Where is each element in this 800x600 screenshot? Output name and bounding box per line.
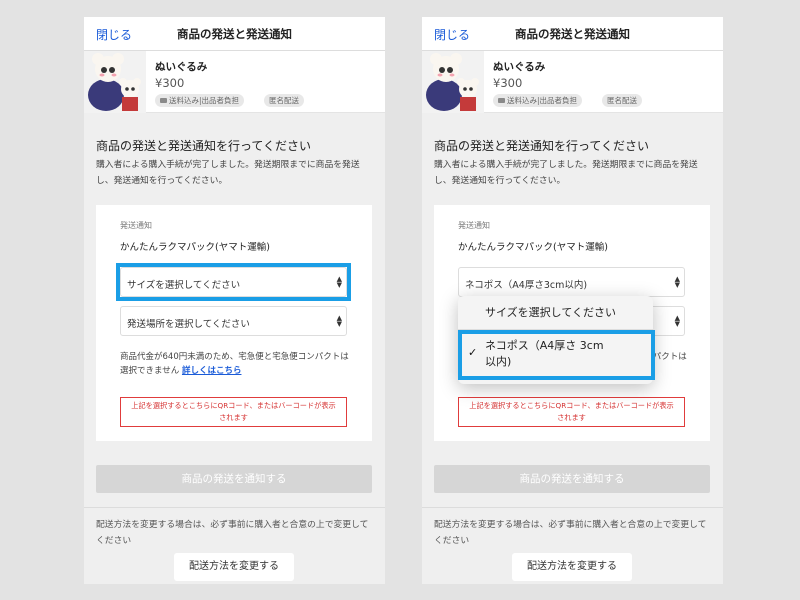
left-screen: 閉じる 商品の発送と発送通知 ぬいぐるみ ¥300 送料込み|出品者負担 匿名配… <box>84 17 385 584</box>
card-label: 発送通知 <box>120 221 152 230</box>
top-bar: 閉じる 商品の発送と発送通知 <box>84 17 385 51</box>
item-name: ぬいぐるみ <box>493 61 546 73</box>
section-heading: 商品の発送と発送通知を行ってください <box>434 139 650 153</box>
size-restriction-note: 商品代金が640円未満のため、宅急便と宅急便コンパクトは選択できません 詳しくは… <box>120 352 349 376</box>
shipping-notice-card: 発送通知 かんたんラクマパック(ヤマト運輸) サイズを選択してください ▲ ▼ 発… <box>96 205 372 441</box>
highlight-frame <box>116 263 351 301</box>
item-summary: ぬいぐるみ ¥300 送料込み|出品者負担 匿名配送 <box>422 51 723 113</box>
divider <box>84 507 385 508</box>
item-thumbnail <box>422 51 484 113</box>
size-select[interactable]: ネコポス（A4厚さ3cm以内) ▲ ▼ <box>458 267 685 297</box>
change-method-button[interactable]: 配送方法を変更する <box>512 553 632 581</box>
location-select-value: 発送場所を選択してください <box>127 319 250 330</box>
item-name: ぬいぐるみ <box>155 61 208 73</box>
select-arrows-icon: ▲ ▼ <box>336 314 342 328</box>
section-heading: 商品の発送と発送通知を行ってください <box>96 139 312 153</box>
truck-icon <box>498 98 505 103</box>
highlight-frame <box>458 330 655 380</box>
section-description: 購入者による購入手続が完了しました。発送期限までに商品を発送し、発送通知を行って… <box>434 160 698 186</box>
select-arrows-icon: ▲ ▼ <box>674 314 680 328</box>
anonymous-shipping-badge: 匿名配送 <box>602 94 642 107</box>
page-title: 商品の発送と発送通知 <box>515 27 630 41</box>
change-method-note: 配送方法を変更する場合は、必ず事前に購入者と合意の上で変更してください <box>434 520 707 546</box>
details-link[interactable]: 詳しくはこちら <box>182 366 242 376</box>
truck-icon <box>160 98 167 103</box>
item-thumbnail <box>84 51 146 113</box>
shipping-service: かんたんラクマパック(ヤマト運輸) <box>120 242 270 253</box>
notify-shipment-button[interactable]: 商品の発送を通知する <box>96 465 372 493</box>
qr-code-warning: 上記を選択するとこちらにQRコード、またはバーコードが表示 されます <box>458 397 685 427</box>
qr-code-warning: 上記を選択するとこちらにQRコード、またはバーコードが表示 されます <box>120 397 347 427</box>
shipping-service: かんたんラクマパック(ヤマト運輸) <box>458 242 608 253</box>
location-select[interactable]: 発送場所を選択してください ▲▼ <box>120 306 347 336</box>
anonymous-shipping-badge: 匿名配送 <box>264 94 304 107</box>
shipping-fee-badge: 送料込み|出品者負担 <box>155 94 245 107</box>
change-method-note: 配送方法を変更する場合は、必ず事前に購入者と合意の上で変更してください <box>96 520 369 546</box>
item-summary: ぬいぐるみ ¥300 送料込み|出品者負担 匿名配送 <box>84 51 385 113</box>
divider <box>422 507 723 508</box>
item-price: ¥300 <box>155 76 185 90</box>
section-description: 購入者による購入手続が完了しました。発送期限までに商品を発送し、発送通知を行って… <box>96 160 360 186</box>
page-title: 商品の発送と発送通知 <box>177 27 292 41</box>
select-arrows-icon: ▲ ▼ <box>674 275 680 289</box>
card-label: 発送通知 <box>458 221 490 230</box>
size-select-value: ネコポス（A4厚さ3cm以内) <box>465 280 588 291</box>
item-price: ¥300 <box>493 76 523 90</box>
notify-shipment-button[interactable]: 商品の発送を通知する <box>434 465 710 493</box>
change-method-button[interactable]: 配送方法を変更する <box>174 553 294 581</box>
top-bar: 閉じる 商品の発送と発送通知 <box>422 17 723 51</box>
dropdown-option-placeholder[interactable]: サイズを選択してください <box>458 296 653 330</box>
shipping-fee-badge: 送料込み|出品者負担 <box>493 94 583 107</box>
